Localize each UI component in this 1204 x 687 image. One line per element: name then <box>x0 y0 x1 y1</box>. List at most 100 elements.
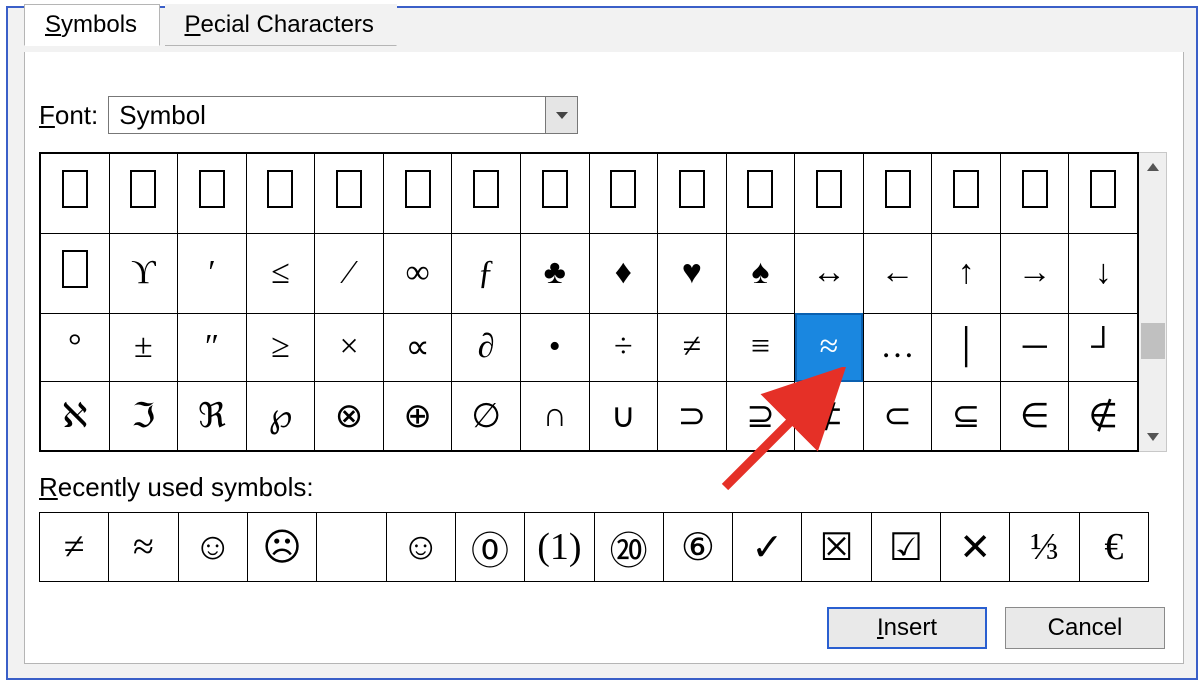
symbol-cell[interactable]: ℜ <box>178 382 247 451</box>
font-dropdown-button[interactable] <box>545 97 577 133</box>
symbol-cell[interactable]: ♦ <box>589 233 658 313</box>
symbol-cell[interactable]: … <box>863 313 932 382</box>
symbol-cell[interactable] <box>589 154 658 234</box>
symbol-cell[interactable]: ƒ <box>452 233 521 313</box>
symbol-cell[interactable]: ÷ <box>589 313 658 382</box>
symbol-cell[interactable]: ⁄ <box>315 233 384 313</box>
recent-symbol-cell[interactable]: ≈ <box>109 513 178 581</box>
recent-symbol-cell[interactable]: (1) <box>525 513 594 581</box>
triangle-up-icon <box>1147 163 1159 171</box>
symbol-cell[interactable]: ⊗ <box>315 382 384 451</box>
placeholder-glyph-icon <box>199 170 225 208</box>
symbol-cell[interactable]: ⊆ <box>932 382 1001 451</box>
recent-symbol-cell[interactable] <box>317 513 386 581</box>
chevron-down-icon <box>556 112 568 119</box>
symbol-cell[interactable]: ← <box>863 233 932 313</box>
symbol-cell[interactable]: ⊄ <box>795 382 864 451</box>
scroll-down-button[interactable] <box>1139 423 1166 451</box>
font-select[interactable]: Symbol <box>108 96 578 134</box>
scrollbar-thumb[interactable] <box>1141 323 1165 359</box>
symbol-cell[interactable] <box>383 154 452 234</box>
symbol-cell[interactable]: ↓ <box>1069 233 1138 313</box>
recent-symbol-cell[interactable]: ☺ <box>387 513 456 581</box>
symbol-cell[interactable]: • <box>520 313 589 382</box>
recent-symbol-cell[interactable]: ✕ <box>941 513 1010 581</box>
recent-symbol-cell[interactable]: € <box>1080 513 1148 581</box>
symbol-cell[interactable]: ⊇ <box>726 382 795 451</box>
symbol-cell[interactable]: ♥ <box>658 233 727 313</box>
tab-special-characters[interactable]: Pecial Characters <box>165 4 397 46</box>
symbol-cell[interactable]: × <box>315 313 384 382</box>
symbol-cell[interactable] <box>1069 154 1138 234</box>
recent-symbol-cell[interactable]: ≠ <box>40 513 109 581</box>
symbol-cell[interactable]: ⊂ <box>863 382 932 451</box>
symbol-cell[interactable]: ↑ <box>932 233 1001 313</box>
placeholder-glyph-icon <box>62 250 88 288</box>
symbol-cell[interactable]: │ <box>932 313 1001 382</box>
recent-symbol-cell[interactable]: ✓ <box>733 513 802 581</box>
symbol-cell[interactable] <box>41 154 110 234</box>
symbol-cell[interactable]: ≥ <box>246 313 315 382</box>
cancel-button[interactable]: Cancel <box>1005 607 1165 649</box>
symbol-cell[interactable]: → <box>1000 233 1069 313</box>
symbol-cell[interactable] <box>1000 154 1069 234</box>
symbol-cell[interactable]: ┘ <box>1069 313 1138 382</box>
symbol-cell[interactable]: ≠ <box>658 313 727 382</box>
symbol-cell[interactable] <box>315 154 384 234</box>
recent-symbol-cell[interactable]: ⑥ <box>664 513 733 581</box>
symbol-cell[interactable]: ∈ <box>1000 382 1069 451</box>
symbol-cell[interactable] <box>41 233 110 313</box>
symbol-cell[interactable] <box>795 154 864 234</box>
symbol-cell[interactable] <box>658 154 727 234</box>
symbol-cell[interactable] <box>109 154 178 234</box>
tab-bar: Symbols Pecial Characters <box>24 4 397 46</box>
symbol-cell[interactable]: ─ <box>1000 313 1069 382</box>
symbol-cell[interactable]: ∂ <box>452 313 521 382</box>
symbol-cell[interactable]: ″ <box>178 313 247 382</box>
symbol-cell[interactable]: ∩ <box>520 382 589 451</box>
symbol-cell[interactable]: ♣ <box>520 233 589 313</box>
symbol-cell[interactable]: ⊃ <box>658 382 727 451</box>
symbol-cell[interactable]: ≤ <box>246 233 315 313</box>
symbol-cell[interactable]: ≡ <box>726 313 795 382</box>
symbol-cell[interactable] <box>452 154 521 234</box>
symbol-cell[interactable]: ∞ <box>383 233 452 313</box>
symbol-grid[interactable]: ϒ′≤⁄∞ƒ♣♦♥♠↔←↑→↓ °±″≥×∝∂•÷≠≡≈…│─┘ ℵℑℜ℘⊗⊕∅∩∪… <box>39 152 1139 452</box>
symbol-cell[interactable] <box>178 154 247 234</box>
symbol-cell[interactable]: ℵ <box>41 382 110 451</box>
symbol-cell[interactable] <box>932 154 1001 234</box>
scroll-up-button[interactable] <box>1139 153 1166 181</box>
symbol-cell[interactable]: ℘ <box>246 382 315 451</box>
symbol-cell[interactable] <box>520 154 589 234</box>
symbol-cell[interactable]: ° <box>41 313 110 382</box>
symbol-cell[interactable]: ⊕ <box>383 382 452 451</box>
recent-symbol-cell[interactable]: ☒ <box>802 513 871 581</box>
placeholder-glyph-icon <box>336 170 362 208</box>
recent-symbol-cell[interactable]: ☑ <box>872 513 941 581</box>
symbol-cell[interactable]: ∝ <box>383 313 452 382</box>
symbol-cell[interactable] <box>726 154 795 234</box>
recent-symbol-cell[interactable]: ⓪ <box>456 513 525 581</box>
symbol-cell[interactable]: ′ <box>178 233 247 313</box>
symbol-cell[interactable]: ∉ <box>1069 382 1138 451</box>
scrollbar[interactable] <box>1139 152 1167 452</box>
tab-symbols[interactable]: Symbols <box>24 4 160 46</box>
symbol-cell[interactable]: ± <box>109 313 178 382</box>
font-value: Symbol <box>119 100 206 131</box>
placeholder-glyph-icon <box>1090 170 1116 208</box>
symbol-cell[interactable]: ∅ <box>452 382 521 451</box>
recent-symbol-cell[interactable]: ☹ <box>248 513 317 581</box>
symbol-cell[interactable]: ≈ <box>795 313 864 382</box>
symbol-cell[interactable]: ϒ <box>109 233 178 313</box>
symbol-cell[interactable] <box>863 154 932 234</box>
symbol-cell[interactable]: ♠ <box>726 233 795 313</box>
recent-symbol-cell[interactable]: ⑳ <box>595 513 664 581</box>
placeholder-glyph-icon <box>679 170 705 208</box>
recent-symbol-cell[interactable]: ⅓ <box>1010 513 1079 581</box>
symbol-cell[interactable]: ↔ <box>795 233 864 313</box>
insert-button[interactable]: Insert <box>827 607 987 649</box>
symbol-cell[interactable]: ∪ <box>589 382 658 451</box>
symbol-cell[interactable] <box>246 154 315 234</box>
recent-symbol-cell[interactable]: ☺ <box>179 513 248 581</box>
symbol-cell[interactable]: ℑ <box>109 382 178 451</box>
